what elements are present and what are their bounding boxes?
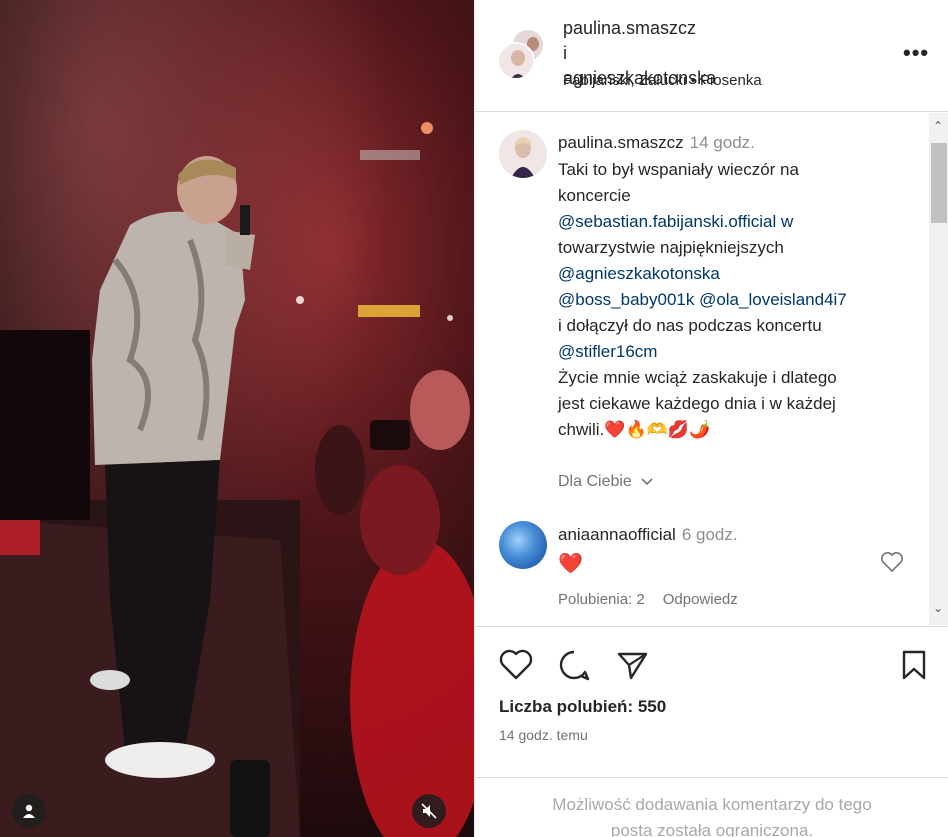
comments-scrollbar[interactable]: ⌃ ⌄ [929, 113, 948, 625]
caption-line: chwili.❤️🔥🫶💋🌶️ [558, 420, 711, 439]
comment-username[interactable]: aniaannaofficial [558, 525, 676, 544]
scroll-down-icon[interactable]: ⌄ [933, 601, 943, 615]
comment-text: ❤️ [558, 553, 583, 575]
mention-link[interactable]: @stifler16cm [558, 339, 657, 365]
author-username[interactable]: paulina.smaszcz [563, 16, 716, 41]
avatar[interactable] [499, 130, 547, 178]
caption-line: @sebastian.fabijanski.official w [558, 209, 888, 235]
bookmark-icon [902, 650, 926, 680]
scroll-up-icon[interactable]: ⌃ [933, 119, 943, 133]
caption-line: @agnieszkakotonska [558, 261, 888, 287]
post-header: paulina.smaszcz i agnieszkakotonska Fabi… [475, 0, 948, 112]
limited-line: Możliwość dodawania komentarzy do tego [552, 795, 872, 814]
more-options-button[interactable]: ••• [903, 40, 929, 66]
concert-scene [0, 122, 474, 837]
post-video[interactable] [0, 0, 474, 837]
speaker-muted-icon [421, 803, 437, 819]
see-translation-button[interactable]: Dla Ciebie [558, 473, 654, 491]
mention-link[interactable]: @boss_baby001k @ola_loveisland4i7 [558, 287, 847, 313]
comment-time[interactable]: 6 godz. [682, 525, 738, 544]
comments-list[interactable]: paulina.smaszcz 14 godz. Taki to był wspa… [475, 113, 948, 625]
post-side-panel: paulina.smaszcz i agnieszkakotonska Fabi… [474, 0, 948, 837]
translation-label: Dla Ciebie [558, 473, 632, 490]
tagged-users-button[interactable] [12, 794, 46, 828]
send-icon [617, 652, 648, 680]
likes-count[interactable]: Liczba polubień: 550 [499, 697, 666, 717]
caption-line: towarzystwie najpiękniejszych [558, 238, 784, 257]
caption-line: @stifler16cm [558, 339, 888, 365]
author-connector: i [563, 43, 567, 63]
caption-username[interactable]: paulina.smaszcz [558, 133, 684, 152]
scrollbar-thumb[interactable] [931, 143, 947, 223]
mute-button[interactable] [412, 794, 446, 828]
mention-link[interactable]: @sebastian.fabijanski.official w [558, 209, 793, 235]
post-actions: Liczba polubień: 550 14 godz. temu [475, 626, 948, 776]
comment-button[interactable] [557, 649, 591, 686]
caption-line: Życie mnie wciąż zaskakuje i dlatego [558, 368, 837, 387]
like-button[interactable] [499, 649, 533, 686]
collab-avatars[interactable] [497, 28, 549, 80]
caption-line: i dołączył do nas podczas koncertu [558, 316, 822, 335]
comments-limited-notice: Możliwość dodawania komentarzy do tego p… [475, 777, 948, 837]
comment-icon [559, 650, 590, 681]
caption-line: @boss_baby001k @ola_loveisland4i7 [558, 287, 888, 313]
user-icon [23, 804, 35, 818]
comment-header: aniaannaofficial 6 godz. [558, 525, 738, 545]
post-timestamp[interactable]: 14 godz. temu [499, 727, 588, 743]
caption-line: jest ciekawe każdego dnia i w każdej [558, 394, 836, 413]
caption-line: Taki to był wspaniały wieczór na [558, 160, 799, 179]
avatar[interactable] [497, 42, 535, 80]
heart-icon [499, 649, 533, 680]
comment-meta: Polubienia: 2 Odpowiedz [558, 591, 756, 608]
reply-button[interactable]: Odpowiedz [663, 591, 738, 608]
more-horizontal-icon: ••• [903, 40, 930, 65]
caption-header: paulina.smaszcz 14 godz. [558, 133, 755, 153]
heart-outline-icon [881, 552, 903, 573]
caption-time[interactable]: 14 godz. [690, 133, 755, 152]
share-button[interactable] [615, 649, 649, 686]
avatar[interactable] [499, 521, 547, 569]
caption-line: koncercie [558, 186, 631, 205]
mention-link[interactable]: @agnieszkakotonska [558, 261, 720, 287]
caption-text: Taki to był wspaniały wieczór na koncerc… [558, 157, 888, 443]
comment-like-button[interactable] [880, 551, 904, 578]
audio-track-link[interactable]: Fabijański, Załucki • Piosenka [563, 72, 762, 89]
save-button[interactable] [899, 649, 929, 686]
comment-likes-link[interactable]: Polubienia: 2 [558, 591, 645, 608]
chevron-down-icon [641, 478, 653, 485]
limited-line: posta została ograniczona. [610, 821, 814, 837]
